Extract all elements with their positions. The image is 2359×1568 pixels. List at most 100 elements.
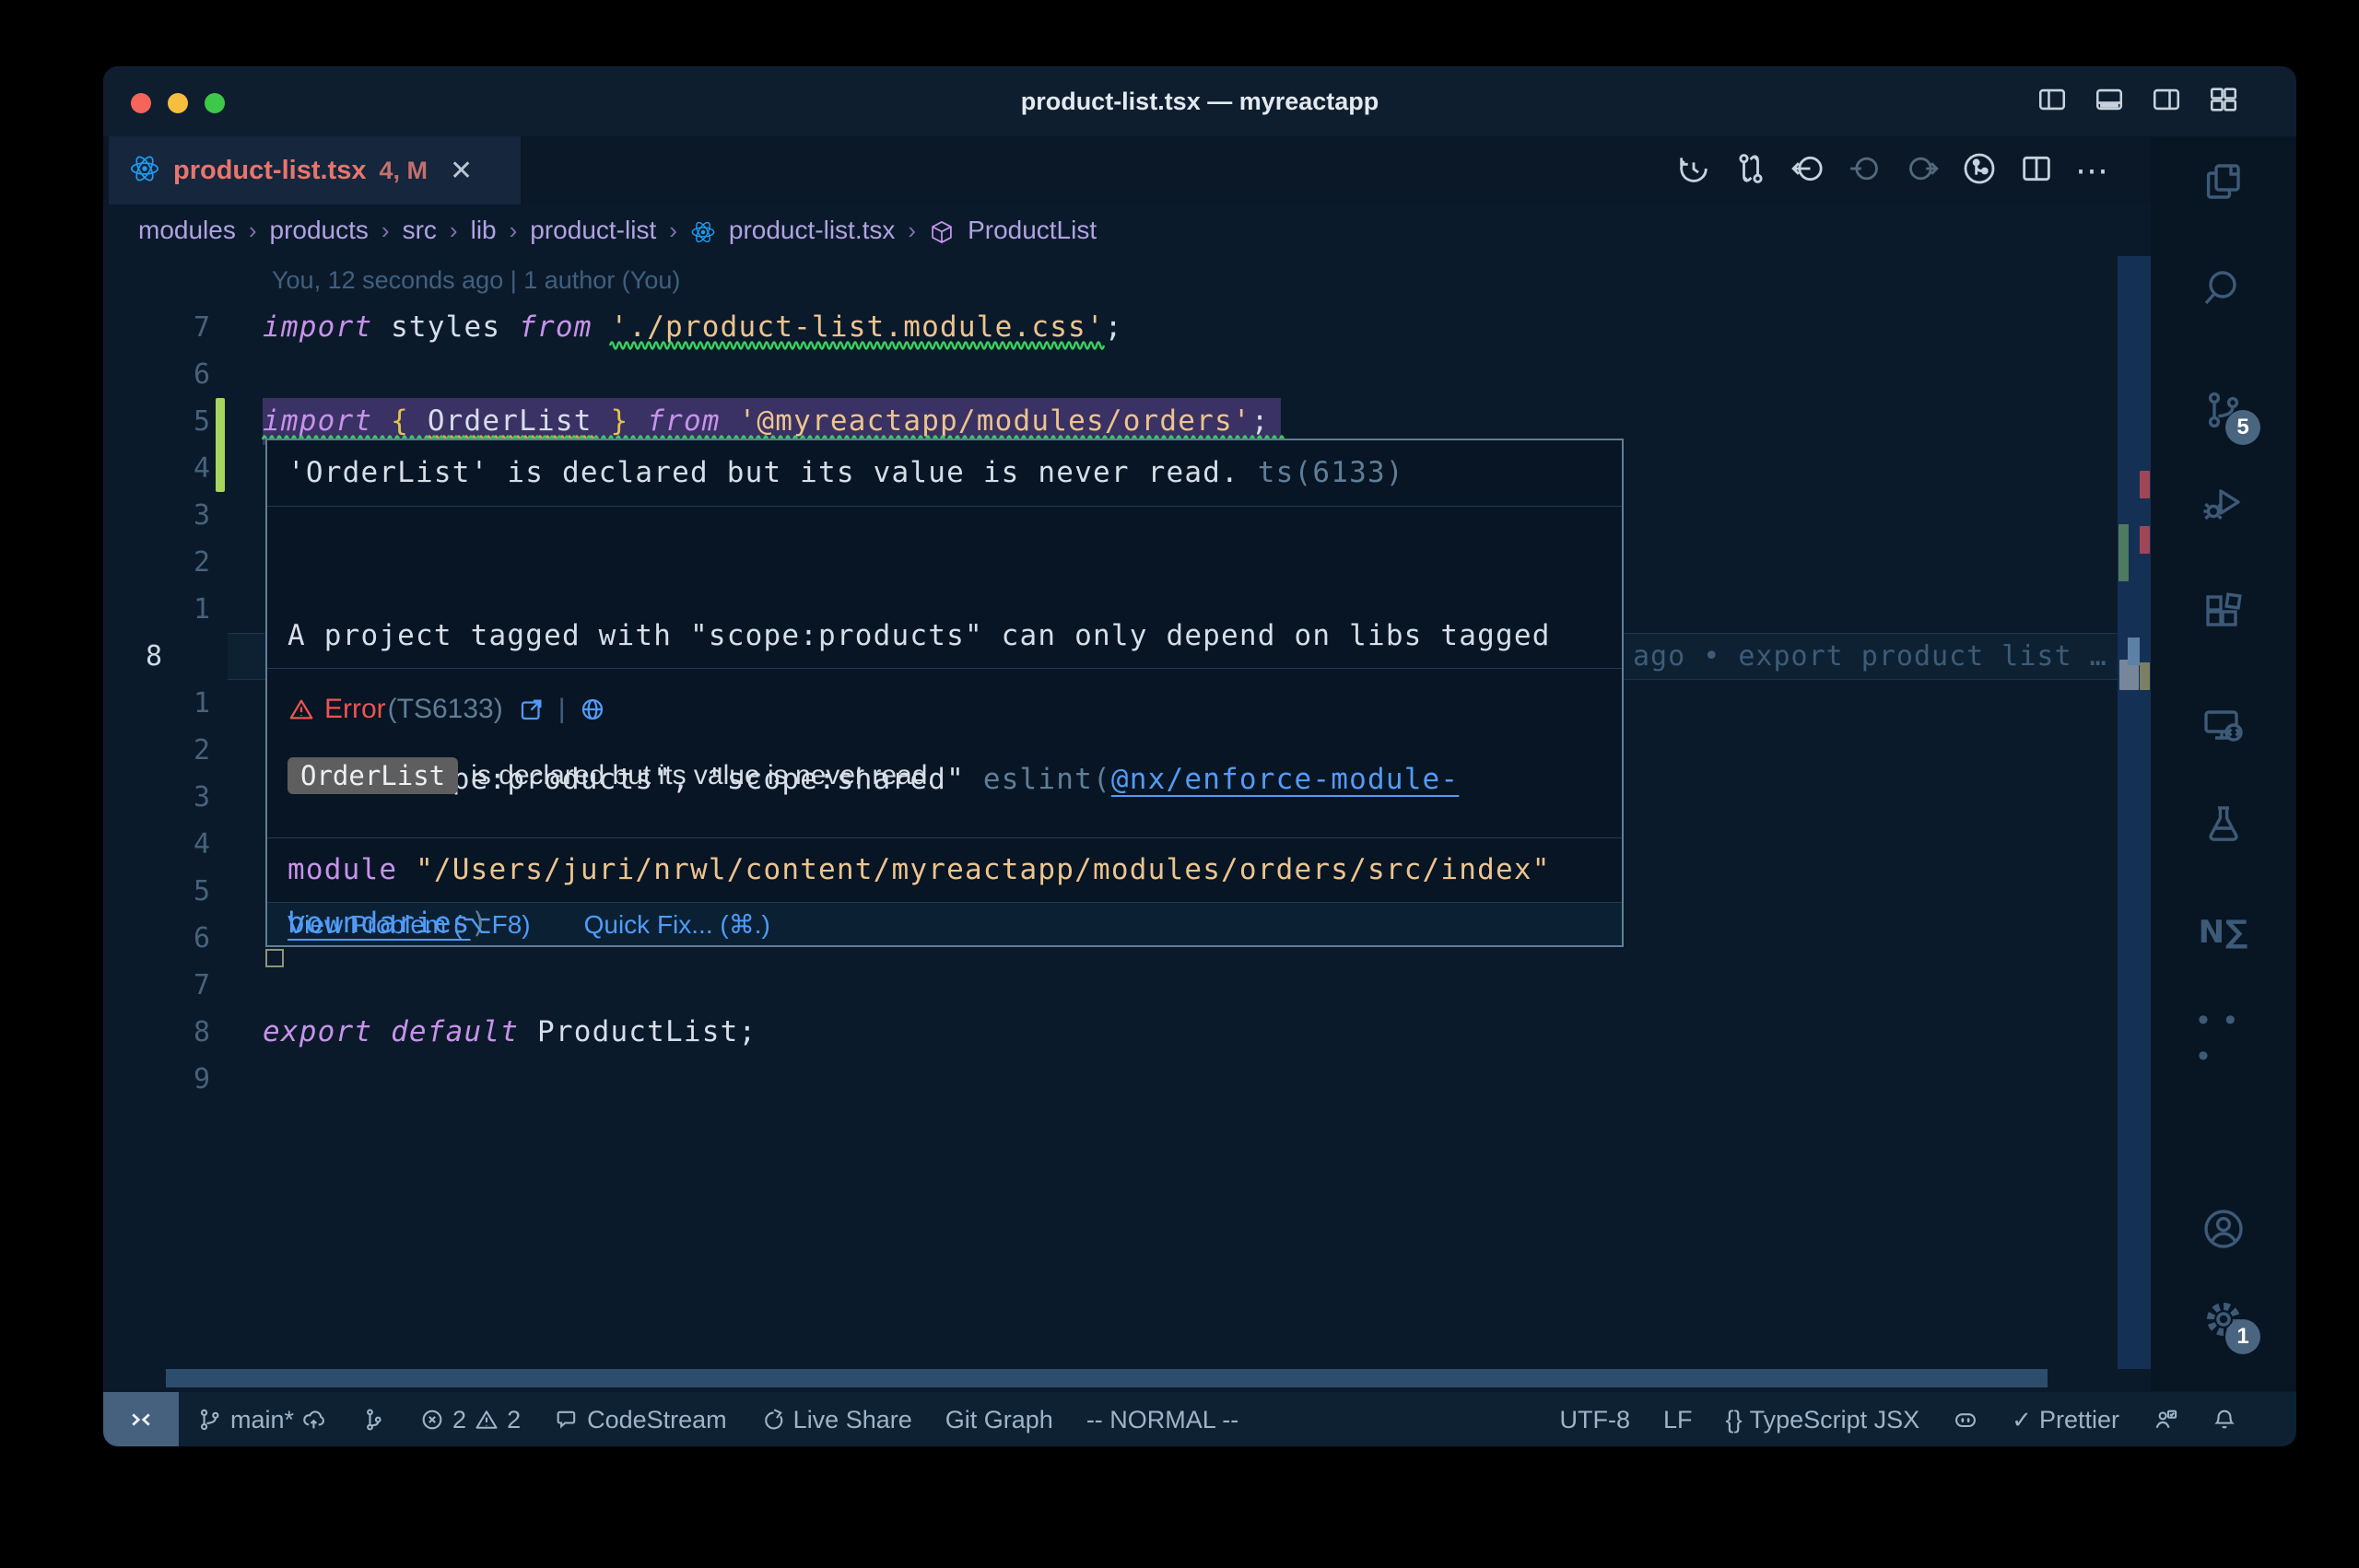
run-debug-icon[interactable] (2198, 477, 2249, 529)
toggle-left-sidebar-icon[interactable] (2036, 84, 2068, 120)
publish-cloud-icon (301, 1407, 327, 1433)
copilot-status-item[interactable] (1953, 1407, 1978, 1433)
branch-name: main* (230, 1406, 294, 1434)
line-number: 4 (109, 445, 210, 492)
open-changes-icon[interactable] (1732, 150, 1769, 192)
close-tab-icon[interactable]: ✕ (450, 155, 473, 187)
symbol-badge: OrderList (288, 757, 458, 794)
account-icon[interactable] (2198, 1203, 2249, 1255)
react-icon (690, 216, 716, 245)
string-literal: '@myreactapp/modules/orders' (739, 404, 1251, 438)
error-label: Error (324, 694, 386, 725)
language-label: TypeScript JSX (1750, 1406, 1920, 1434)
current-line-number: 8 (146, 633, 219, 680)
navigate-back-icon[interactable] (1790, 150, 1826, 192)
titlebar-layout-controls (2036, 66, 2239, 136)
breadcrumb-item[interactable]: product-list (530, 216, 656, 245)
keyword: from (519, 310, 592, 344)
breadcrumb: modules › products › src › lib › product… (138, 205, 1097, 256)
branch-status-item[interactable]: main* (197, 1406, 327, 1434)
keyword: import (263, 404, 372, 438)
keyword: from (647, 404, 720, 438)
notifications-bell-item[interactable] (2212, 1407, 2237, 1433)
live-share-status-item[interactable]: Live Share (760, 1406, 912, 1434)
brace: { (391, 404, 409, 438)
eol-status-item[interactable]: LF (1663, 1406, 1693, 1434)
next-change-icon[interactable] (1904, 150, 1941, 192)
quick-fix-action[interactable]: Quick Fix... (⌘.) (584, 909, 770, 940)
git-graph-status-item[interactable]: Git Graph (945, 1406, 1053, 1434)
warning-count: 2 (507, 1406, 521, 1434)
encoding-status-item[interactable]: UTF-8 (1560, 1406, 1631, 1434)
prettier-status-item[interactable]: ✓Prettier (2012, 1406, 2119, 1434)
settings-badge: 1 (2225, 1319, 2260, 1354)
line-number: 7 (109, 304, 210, 351)
toggle-right-sidebar-icon[interactable] (2151, 84, 2182, 120)
tooltip-resize-handle[interactable] (265, 949, 284, 967)
module-keyword: module (288, 853, 397, 886)
additional-views-icon[interactable]: • • • (2198, 1012, 2249, 1064)
source-control-icon[interactable]: 5 (2198, 384, 2249, 436)
feedback-status-item[interactable] (2153, 1407, 2178, 1433)
live-share-icon (760, 1407, 786, 1433)
breadcrumb-item[interactable]: product-list.tsx (729, 216, 896, 245)
customize-layout-icon[interactable] (2208, 84, 2239, 120)
open-external-icon[interactable] (518, 696, 546, 723)
line-number: 3 (109, 774, 210, 821)
problems-status-item[interactable]: 2 2 (419, 1406, 521, 1434)
brace: } (610, 404, 628, 438)
codestream-status-item[interactable]: CodeStream (554, 1406, 727, 1434)
remote-indicator[interactable] (103, 1392, 179, 1446)
test-beaker-icon[interactable] (2198, 798, 2249, 849)
vertical-scrollbar-track[interactable] (2118, 256, 2151, 1369)
explorer-icon[interactable] (2198, 156, 2249, 207)
extensions-icon[interactable] (2198, 587, 2249, 638)
search-icon[interactable] (2198, 262, 2249, 313)
overview-ruler-warning-marker (2140, 662, 2150, 690)
code-line-import-styles[interactable]: import styles from './product-list.modul… (263, 304, 1123, 351)
vim-mode-indicator[interactable]: -- NORMAL -- (1086, 1406, 1238, 1434)
bell-icon (2212, 1407, 2237, 1433)
codestream-label: CodeStream (587, 1406, 727, 1434)
eslint-rule-link[interactable]: @nx/enforce-module- (1111, 763, 1459, 796)
globe-icon[interactable] (579, 696, 606, 723)
vscode-window: product-list.tsx — myreactapp product-li… (103, 66, 2296, 1446)
breadcrumb-separator: › (908, 216, 916, 245)
line-number: 9 (109, 1056, 210, 1103)
tab-label: product-list.tsx (173, 156, 366, 186)
line-number: 7 (109, 962, 210, 1009)
vertical-scrollbar-thumb[interactable] (2128, 638, 2140, 665)
gitlens-status-item[interactable] (360, 1407, 386, 1433)
git-graph-run-icon[interactable] (1961, 150, 1998, 192)
language-status-item[interactable]: {}TypeScript JSX (1726, 1406, 1920, 1434)
breadcrumb-separator: › (669, 216, 677, 245)
error-detail-section: Error(TS6133) | OrderList is declared bu… (267, 669, 1622, 838)
horizontal-scrollbar-thumb[interactable] (166, 1369, 2048, 1387)
line-number: 6 (109, 351, 210, 398)
breadcrumb-item[interactable]: ProductList (968, 216, 1097, 245)
more-actions-icon[interactable]: ⋯ (2075, 152, 2111, 189)
toggle-panel-icon[interactable] (2094, 84, 2125, 120)
breadcrumb-item[interactable]: lib (471, 216, 497, 245)
eslint-source: eslint( (983, 763, 1111, 796)
copilot-icon (1953, 1407, 1978, 1433)
nx-console-icon[interactable]: N∑ (2198, 907, 2249, 958)
breadcrumb-item[interactable]: products (270, 216, 369, 245)
line-number: 1 (109, 680, 210, 727)
breadcrumb-separator: › (450, 216, 458, 245)
breadcrumb-item[interactable]: modules (138, 216, 236, 245)
line-number: 8 (109, 1009, 210, 1056)
breadcrumb-item[interactable]: src (403, 216, 437, 245)
error-hover-tooltip: 'OrderList' is declared but its value is… (265, 439, 1624, 947)
errors-icon (419, 1407, 445, 1433)
separator: | (558, 694, 566, 725)
remote-explorer-icon[interactable] (2198, 700, 2249, 752)
split-editor-icon[interactable] (2018, 150, 2055, 192)
tab-product-list[interactable]: product-list.tsx 4, M ✕ (109, 136, 521, 205)
previous-change-icon[interactable] (1847, 150, 1884, 192)
braces-icon: {} (1726, 1406, 1743, 1434)
view-problem-action[interactable]: View Problem (⌥F8) (288, 909, 531, 940)
ts-error-code: ts(6133) (1258, 456, 1404, 489)
settings-gear-icon[interactable]: 1 (2198, 1293, 2249, 1345)
timeline-history-icon[interactable] (1675, 150, 1712, 192)
